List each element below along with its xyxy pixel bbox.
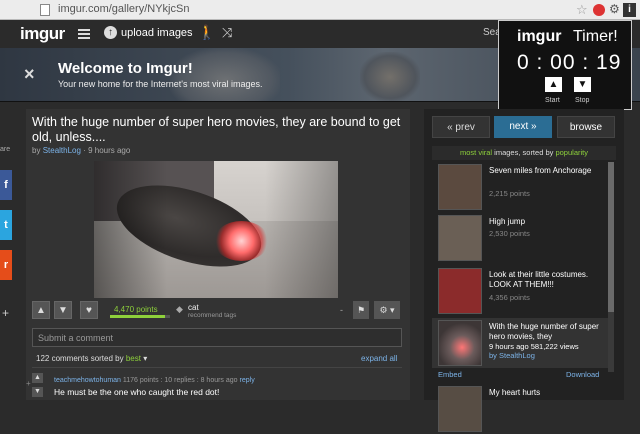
comment-upvote-button[interactable]: ▲ <box>32 373 43 383</box>
list-item-title[interactable]: My heart hurts <box>489 388 607 398</box>
banner-subtitle: Your new home for the Internet's most vi… <box>58 79 263 89</box>
sort-bar: most viral images, sorted by popularity <box>432 146 616 160</box>
list-item[interactable]: High jump 2,530 points <box>432 213 608 263</box>
post-author-link[interactable]: StealthLog <box>43 146 81 155</box>
sort-text: images, sorted by <box>494 148 554 157</box>
image-shade <box>94 161 338 298</box>
comment-stats: 1176 points : 10 replies : 8 hours ago <box>122 377 238 384</box>
page-icon <box>40 4 50 16</box>
imgur-logo[interactable]: imgur <box>20 24 65 44</box>
upload-icon[interactable]: ↑ <box>104 26 117 39</box>
list-item[interactable]: Look at their little costumes. LOOK AT T… <box>432 266 608 316</box>
list-item[interactable]: My heart hurts <box>432 384 608 434</box>
comment-count: 122 comments sorted by best ▾ <box>36 354 147 363</box>
list-item-title[interactable]: Seven miles from Anchorage <box>489 166 607 176</box>
thumbnail[interactable] <box>438 268 482 314</box>
points-count: 4,470 points <box>114 305 158 314</box>
comment-meta: teachmehowtohuman 1176 points : 10 repli… <box>54 377 255 384</box>
extension-red-icon[interactable] <box>593 4 605 16</box>
downvote-button[interactable]: ▼ <box>54 301 72 319</box>
tag-link[interactable]: cat <box>188 303 199 312</box>
list-item-views: 4,356 points <box>489 293 530 302</box>
comment-text: He must be the one who caught the red do… <box>54 387 220 397</box>
timer-start-label: Start <box>545 97 560 104</box>
bookmark-star-icon[interactable]: ☆ <box>576 2 588 18</box>
imgur-timer-popup: imgur Timer! 0 : 00 : 19 ▲ ▼ Start Stop <box>498 20 632 110</box>
list-item[interactable]: Seven miles from Anchorage 2,215 points <box>432 162 608 212</box>
banner-title: Welcome to Imgur! <box>58 60 193 77</box>
walking-person-icon[interactable]: 🚶 <box>198 24 215 41</box>
comment-user-link[interactable]: teachmehowtohuman <box>54 377 121 384</box>
post-image[interactable] <box>94 161 338 298</box>
sort-best-dropdown[interactable]: best <box>126 354 141 363</box>
comments-divider <box>32 367 402 368</box>
post-byline: by StealthLog · 9 hours ago <box>32 146 130 155</box>
upvote-button[interactable]: ▲ <box>32 301 50 319</box>
popularity-link[interactable]: popularity <box>555 148 588 157</box>
reddit-share-button[interactable]: r <box>0 250 12 280</box>
menu-icon[interactable] <box>78 29 90 39</box>
flag-button[interactable]: ⚑ <box>353 301 369 319</box>
timer-stop-button[interactable]: ▼ <box>574 77 591 92</box>
share-label: are <box>0 146 11 153</box>
next-button[interactable]: next » <box>494 116 552 138</box>
timer-title: Timer! <box>573 28 618 45</box>
expand-all-link[interactable]: expand all <box>361 354 397 363</box>
list-item-title[interactable]: With the huge number of super hero movie… <box>489 322 607 342</box>
comment-input[interactable]: Submit a comment <box>32 328 402 347</box>
post-panel: With the huge number of super hero movie… <box>26 109 410 400</box>
list-item-views: 2,215 points <box>489 189 530 198</box>
timer-logo: imgur <box>517 28 562 45</box>
prev-button[interactable]: « prev <box>432 116 490 138</box>
shuffle-icon[interactable]: ⤨ <box>222 25 232 41</box>
thumbnail[interactable] <box>438 320 482 366</box>
list-item-title[interactable]: Look at their little costumes. LOOK AT T… <box>489 270 607 290</box>
favorite-heart-button[interactable]: ♥ <box>80 301 98 319</box>
browse-button[interactable]: browse <box>557 116 615 138</box>
tag-icon: ◆ <box>176 304 183 314</box>
post-actions: ▲ ▼ ♥ 4,470 points ◆ cat recommend tags … <box>26 300 410 322</box>
extension-gear-icon[interactable]: ⚙ <box>609 2 620 16</box>
browser-url-bar: imgur.com/gallery/NYkjcSn ☆ ⚙ i <box>0 0 640 20</box>
recommend-tags-link[interactable]: recommend tags <box>188 312 236 319</box>
collapse-comment-icon[interactable]: + <box>26 379 31 388</box>
most-viral-link[interactable]: most viral <box>460 148 492 157</box>
extension-info-icon[interactable]: i <box>623 3 636 17</box>
comment-count-text: 122 comments sorted by <box>36 354 124 363</box>
gallery-sidebar: « prev next » browse most viral images, … <box>424 109 624 432</box>
close-banner-icon[interactable]: × <box>24 64 35 85</box>
action-separator: - <box>340 305 343 315</box>
list-item-title[interactable]: High jump <box>489 217 607 227</box>
points-bar-fill <box>110 315 166 318</box>
comment-downvote-button[interactable]: ▼ <box>32 387 43 397</box>
timer-start-button[interactable]: ▲ <box>545 77 562 92</box>
post-title: With the huge number of super hero movie… <box>32 115 401 144</box>
download-link[interactable]: Download <box>566 370 599 379</box>
url-field[interactable]: imgur.com/gallery/NYkjcSn <box>58 3 189 15</box>
more-share-icon[interactable]: + <box>2 306 9 320</box>
sidebar-scrollbar-thumb[interactable] <box>608 162 614 312</box>
timer-stop-label: Stop <box>575 97 590 104</box>
list-item-views: 9 hours ago 581,222 views <box>489 342 579 351</box>
banner-cat-image <box>360 52 420 101</box>
post-options-button[interactable]: ⚙ ▾ <box>374 301 400 319</box>
comment-reply-link[interactable]: reply <box>240 377 255 384</box>
points-bar <box>110 315 170 318</box>
post-time: · 9 hours ago <box>83 146 131 155</box>
list-item-author: by StealthLog <box>489 351 535 360</box>
thumbnail[interactable] <box>438 164 482 210</box>
upload-images-link[interactable]: upload images <box>121 27 193 39</box>
twitter-share-button[interactable]: t <box>0 210 12 240</box>
facebook-share-button[interactable]: f <box>0 170 12 200</box>
list-item-views: 2,530 points <box>489 229 530 238</box>
list-item-active[interactable]: With the huge number of super hero movie… <box>432 318 608 368</box>
sort-chevron-icon[interactable]: ▾ <box>143 354 147 363</box>
thumbnail[interactable] <box>438 386 482 432</box>
timer-display: 0 : 00 : 19 <box>517 51 622 74</box>
thumbnail[interactable] <box>438 215 482 261</box>
byline-prefix: by <box>32 146 41 155</box>
embed-link[interactable]: Embed <box>438 370 462 379</box>
